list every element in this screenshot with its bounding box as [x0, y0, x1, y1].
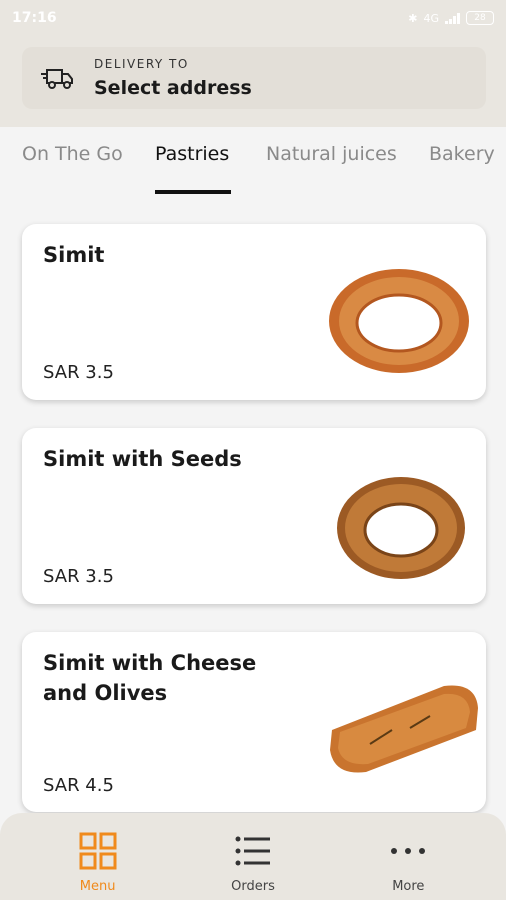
nav-label-menu: Menu — [79, 879, 116, 894]
bottom-navigation: Menu Orders More — [0, 813, 506, 900]
app-header: 17:16 ✱ 4G 28 DELIVERY TO Select address — [0, 0, 506, 127]
delivery-address-value: Select address — [94, 77, 252, 99]
delivery-address-selector[interactable]: DELIVERY TO Select address — [22, 47, 486, 109]
status-icons: ✱ 4G 28 — [408, 11, 494, 25]
tab-natural-juices[interactable]: Natural juices — [266, 143, 397, 165]
nav-more[interactable]: More — [353, 831, 463, 894]
nav-label-more: More — [392, 879, 425, 894]
product-price: SAR 3.5 — [43, 566, 114, 587]
product-name: Simit — [43, 243, 105, 267]
nav-orders[interactable]: Orders — [198, 831, 308, 894]
nav-menu[interactable]: Menu — [43, 831, 153, 894]
signal-icon — [445, 12, 460, 24]
product-name: Simit with Seeds — [43, 447, 242, 471]
product-price: SAR 4.5 — [43, 775, 114, 796]
tab-pastries[interactable]: Pastries — [155, 143, 229, 165]
tab-on-the-go[interactable]: On The Go — [22, 143, 123, 165]
nav-label-orders: Orders — [231, 879, 275, 894]
category-tabs: On The Go Pastries Natural juices Bakery — [0, 127, 506, 199]
product-card-simit-with-cheese-and-olives[interactable]: Simit with Cheese and Olives SAR 4.5 — [22, 632, 486, 812]
product-card-simit-with-seeds[interactable]: Simit with Seeds SAR 3.5 — [22, 428, 486, 604]
network-type: 4G — [423, 11, 439, 25]
grid-icon — [79, 832, 117, 870]
bluetooth-icon: ✱ — [408, 11, 418, 25]
simit-image — [329, 269, 469, 373]
active-tab-indicator — [155, 190, 231, 194]
list-icon — [235, 836, 270, 866]
delivery-text: DELIVERY TO Select address — [94, 57, 252, 99]
battery-icon: 28 — [466, 11, 494, 25]
more-dots-icon — [391, 848, 426, 854]
status-bar: 17:16 ✱ 4G 28 — [0, 0, 506, 36]
battery-level: 28 — [474, 13, 486, 23]
simit-with-seeds-image — [337, 477, 465, 579]
product-price: SAR 3.5 — [43, 362, 114, 383]
simit-with-cheese-and-olives-image — [330, 685, 478, 773]
delivery-truck-icon — [41, 69, 73, 89]
product-name: Simit with Cheese and Olives — [43, 651, 257, 705]
delivery-label: DELIVERY TO — [94, 57, 189, 71]
tab-bakery[interactable]: Bakery — [429, 143, 495, 165]
status-time: 17:16 — [12, 10, 57, 26]
product-card-simit[interactable]: Simit SAR 3.5 — [22, 224, 486, 400]
